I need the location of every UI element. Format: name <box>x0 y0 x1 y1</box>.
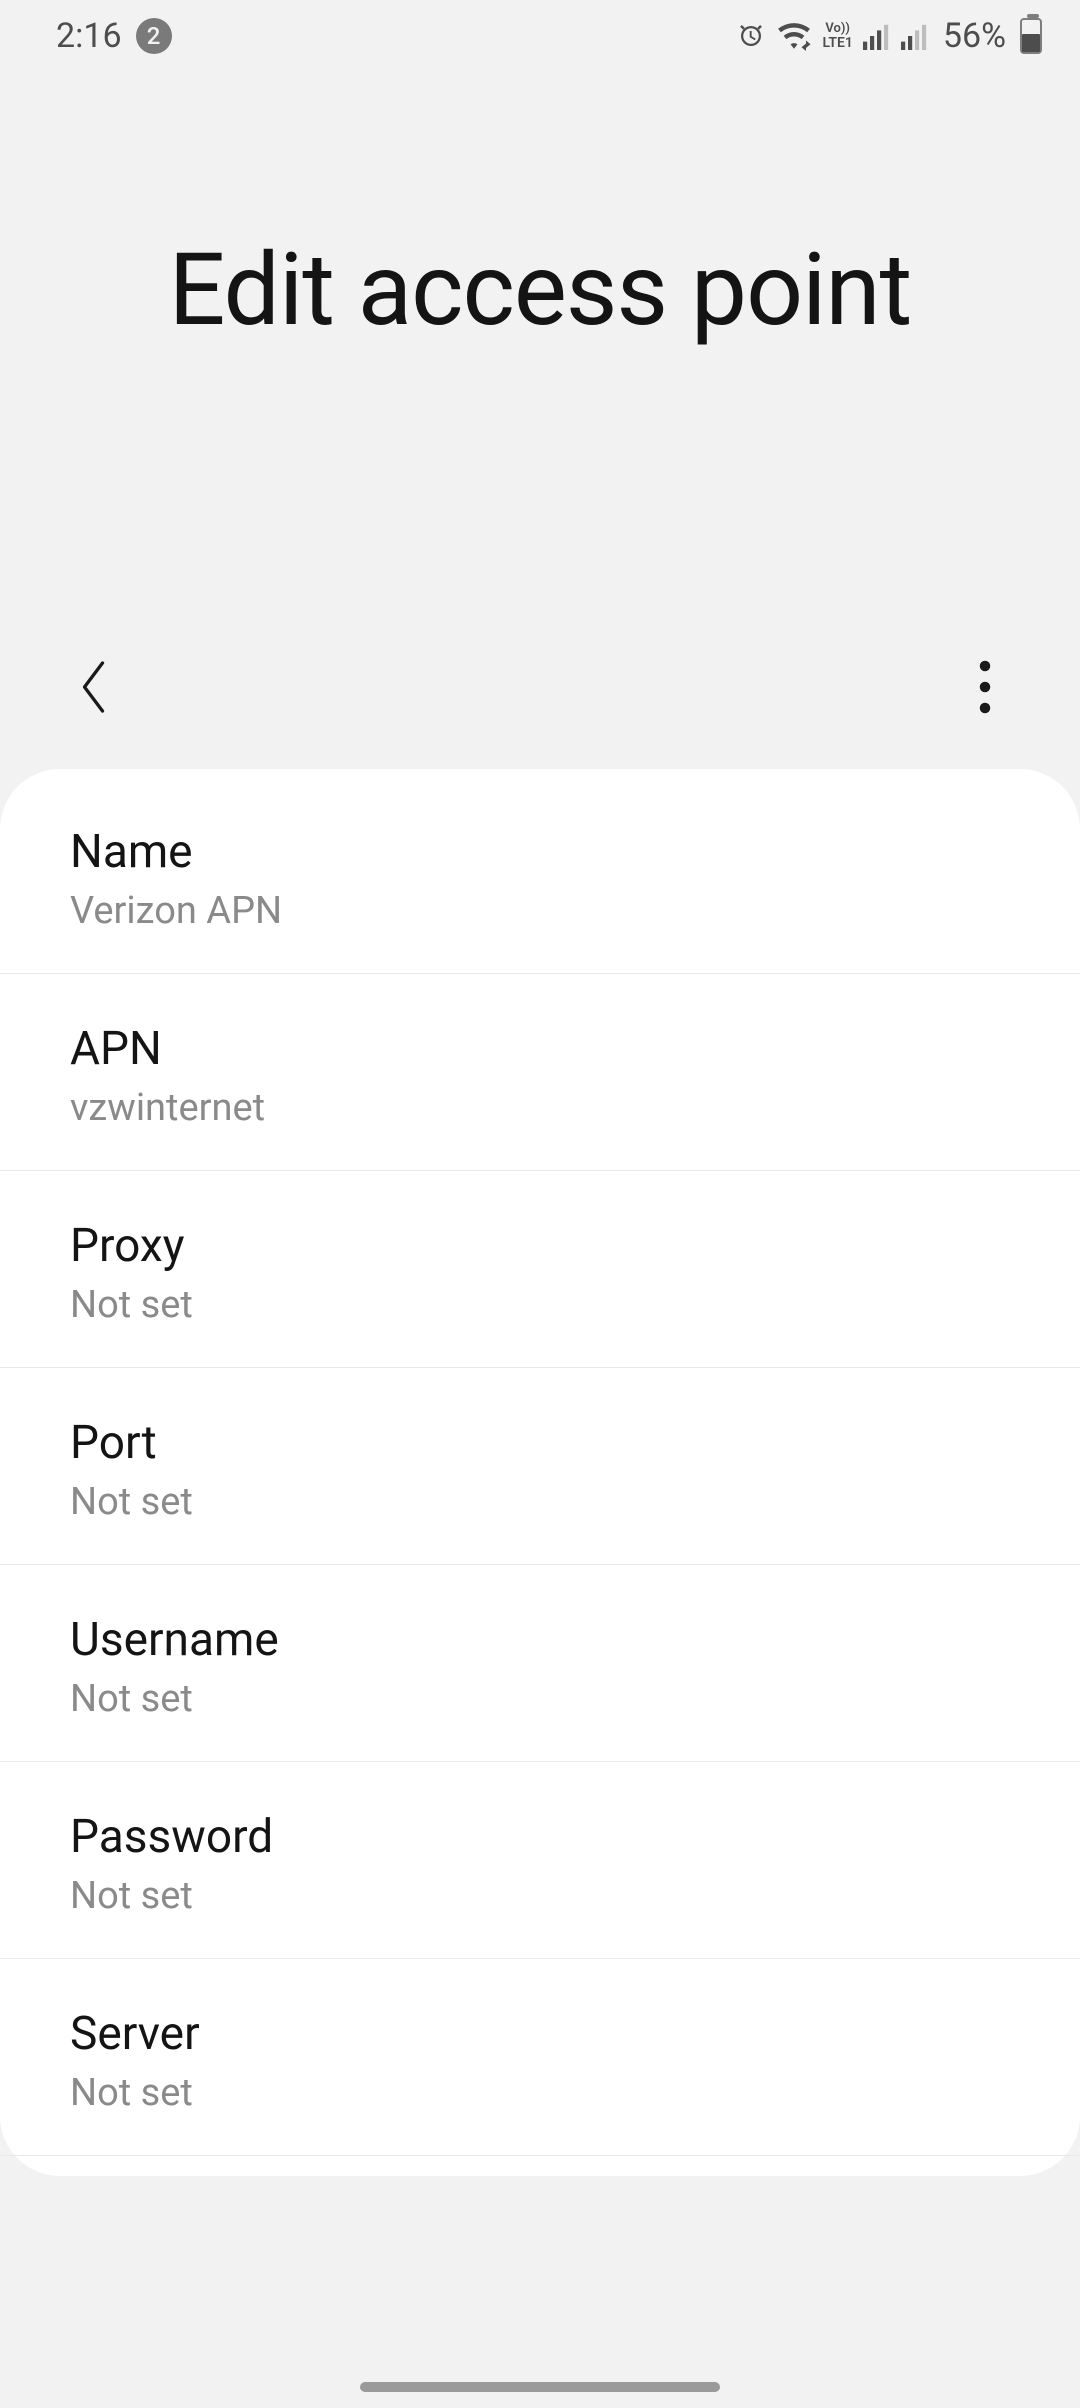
row-value: Not set <box>70 1480 1010 1524</box>
row-label: Proxy <box>70 1219 1010 1273</box>
status-time: 2:16 <box>56 16 122 56</box>
row-label: Server <box>70 2007 1010 2061</box>
more-vertical-icon <box>977 659 993 719</box>
gesture-bar[interactable] <box>360 2382 720 2392</box>
status-right: Vo)) LTE1 56% <box>736 16 1042 56</box>
status-left: 2:16 2 <box>56 16 172 56</box>
status-battery-percent: 56% <box>943 16 1006 56</box>
row-server[interactable]: Server Not set <box>0 1959 1080 2156</box>
row-password[interactable]: Password Not set <box>0 1762 1080 1959</box>
signal-icon <box>901 21 929 51</box>
wifi-icon <box>776 21 812 51</box>
back-button[interactable] <box>60 654 130 724</box>
status-bar: 2:16 2 Vo)) LTE1 <box>0 0 1080 72</box>
alarm-icon <box>736 21 766 51</box>
more-options-button[interactable] <box>950 654 1020 724</box>
status-notification-badge: 2 <box>136 18 172 54</box>
status-lte-label: LTE1 <box>822 36 852 50</box>
row-value: Not set <box>70 1283 1010 1327</box>
row-label: Port <box>70 1416 1010 1470</box>
page-title: Edit access point <box>0 72 1080 349</box>
battery-icon <box>1020 18 1042 54</box>
row-name[interactable]: Name Verizon APN <box>0 769 1080 974</box>
row-label: APN <box>70 1022 1010 1076</box>
settings-list: Name Verizon APN APN vzwinternet Proxy N… <box>0 769 1080 2176</box>
status-vo-label: Vo)) <box>825 22 850 36</box>
battery-fill <box>1022 34 1040 52</box>
row-label: Name <box>70 825 1010 879</box>
row-value: Not set <box>70 1874 1010 1918</box>
row-value: Not set <box>70 2071 1010 2115</box>
row-value: Not set <box>70 1677 1010 1721</box>
row-proxy[interactable]: Proxy Not set <box>0 1171 1080 1368</box>
row-value: vzwinternet <box>70 1086 1010 1130</box>
toolbar <box>0 629 1080 749</box>
signal-icon <box>863 21 891 51</box>
volte-icon: Vo)) LTE1 <box>822 22 852 50</box>
row-label: Username <box>70 1613 1010 1667</box>
row-apn[interactable]: APN vzwinternet <box>0 974 1080 1171</box>
row-username[interactable]: Username Not set <box>0 1565 1080 1762</box>
row-port[interactable]: Port Not set <box>0 1368 1080 1565</box>
row-label: Password <box>70 1810 1010 1864</box>
row-value: Verizon APN <box>70 889 1010 933</box>
chevron-left-icon <box>75 657 115 721</box>
